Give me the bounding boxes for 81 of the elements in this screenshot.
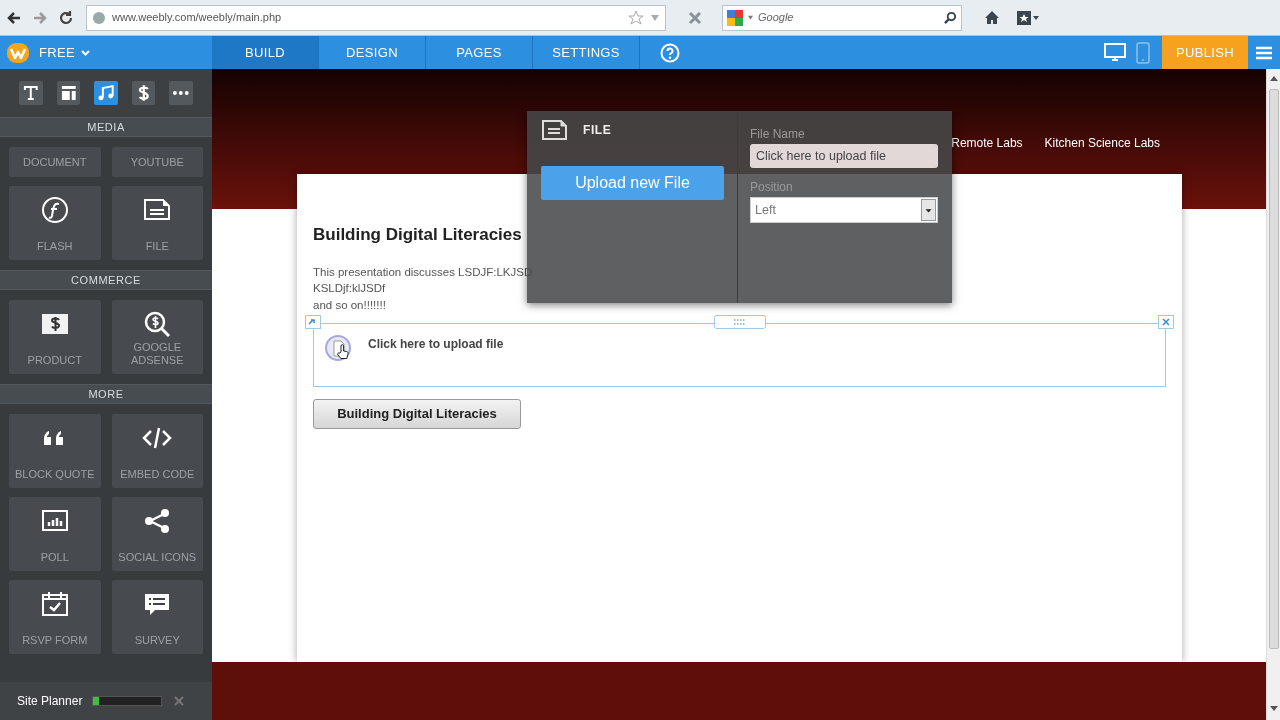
upload-button[interactable]: Upload new File bbox=[541, 166, 724, 200]
position-select[interactable]: Left bbox=[750, 197, 938, 223]
bookmarks-icon[interactable] bbox=[1016, 9, 1040, 26]
tile-label: DOCUMENT bbox=[21, 155, 88, 169]
scroll-up-icon[interactable] bbox=[1269, 75, 1278, 81]
file-label[interactable]: Click here to upload file bbox=[368, 335, 504, 353]
tile-label: PRODUCT bbox=[26, 354, 83, 367]
back-icon[interactable] bbox=[6, 9, 22, 26]
arrow-handle-icon[interactable] bbox=[305, 315, 321, 329]
url-text: www.weebly.com/weebly/main.php bbox=[112, 10, 283, 26]
element-tile[interactable]: POLL bbox=[9, 497, 101, 571]
element-tile[interactable]: SURVEY bbox=[111, 580, 203, 654]
text-tool-icon[interactable] bbox=[19, 81, 43, 105]
reload-icon[interactable] bbox=[58, 9, 74, 26]
element-tile[interactable]: GOOGLE ADSENSE bbox=[111, 300, 203, 374]
panel-title: FILE bbox=[583, 122, 612, 139]
element-tile[interactable]: FLASH bbox=[9, 186, 101, 260]
logo-icon[interactable] bbox=[7, 42, 29, 63]
publish-button[interactable]: PUBLISH bbox=[1162, 36, 1248, 69]
desktop-icon[interactable] bbox=[1104, 42, 1126, 63]
page-title: Building Digital Literacies bbox=[313, 224, 522, 246]
search-icon[interactable] bbox=[944, 11, 957, 24]
calendar-check-icon bbox=[39, 589, 70, 619]
element-tile[interactable]: BLOCK QUOTE bbox=[9, 414, 101, 488]
tile-label: RSVP FORM bbox=[21, 634, 89, 647]
field-label: Position bbox=[750, 180, 793, 194]
search-input[interactable]: Google bbox=[758, 9, 940, 26]
dropdown-icon[interactable] bbox=[921, 199, 936, 221]
tile-label: SOCIAL ICONS bbox=[117, 551, 198, 564]
element-tile[interactable]: DOCUMENT bbox=[9, 147, 101, 177]
site-planner-label: Site Planner bbox=[17, 693, 83, 710]
field-label: File Name bbox=[750, 127, 805, 141]
dollar-icon[interactable] bbox=[131, 81, 156, 105]
document-button[interactable]: Building Digital Literacies bbox=[313, 399, 521, 429]
element-tile[interactable]: FILE bbox=[111, 186, 203, 260]
home-icon[interactable] bbox=[984, 10, 1000, 25]
nav-tab[interactable]: BUILD bbox=[212, 36, 319, 69]
more-icon[interactable] bbox=[169, 81, 193, 105]
progress-bar bbox=[92, 696, 163, 706]
tile-label: BLOCK QUOTE bbox=[14, 468, 96, 481]
scroll-thumb[interactable] bbox=[1268, 89, 1279, 649]
element-tile[interactable]: EMBED CODE bbox=[111, 414, 203, 488]
tile-label: FLASH bbox=[36, 240, 74, 253]
tile-label: FILE bbox=[144, 240, 170, 253]
file-icon[interactable] bbox=[324, 334, 354, 362]
tile-label: EMBED CODE bbox=[119, 468, 196, 481]
drag-handle-icon[interactable] bbox=[714, 315, 766, 329]
chevron-down-icon bbox=[81, 49, 90, 56]
star-icon[interactable] bbox=[628, 9, 644, 26]
tile-label: SURVEY bbox=[133, 634, 181, 647]
file-name-field[interactable]: Click here to upload file bbox=[750, 144, 938, 168]
close-icon[interactable] bbox=[1158, 315, 1174, 329]
element-tile[interactable]: PRODUCT bbox=[9, 300, 101, 374]
search-dollar-icon bbox=[142, 309, 173, 339]
help-icon[interactable] bbox=[660, 42, 680, 63]
google-icon bbox=[727, 9, 743, 26]
search-field[interactable]: Google bbox=[722, 4, 962, 31]
tile-label: GOOGLE ADSENSE bbox=[129, 341, 185, 367]
music-note-icon[interactable] bbox=[94, 81, 118, 105]
element-tile[interactable]: RSVP FORM bbox=[9, 580, 101, 654]
site-nav-link[interactable]: Kitchen Science Labs bbox=[1044, 134, 1160, 152]
flash-icon bbox=[39, 195, 70, 225]
tile-label: YOUTUBE bbox=[129, 155, 185, 169]
dropdown-icon[interactable] bbox=[747, 15, 754, 20]
section-header: MORE bbox=[0, 384, 212, 404]
scrollbar[interactable] bbox=[1266, 69, 1280, 720]
element-tile[interactable]: SOCIAL ICONS bbox=[111, 497, 203, 571]
address-bar[interactable]: www.weebly.com/weebly/main.php bbox=[86, 4, 666, 31]
scroll-down-icon[interactable] bbox=[1269, 706, 1278, 712]
section-header: MEDIA bbox=[0, 117, 212, 137]
menu-icon[interactable] bbox=[1256, 45, 1272, 60]
close-icon[interactable] bbox=[174, 696, 185, 706]
plan-dropdown[interactable]: FREE bbox=[39, 42, 90, 63]
tile-label: POLL bbox=[39, 551, 70, 564]
forward-icon[interactable] bbox=[32, 9, 48, 26]
stop-icon[interactable] bbox=[688, 10, 702, 25]
site-nav-link[interactable]: Remote Labs bbox=[951, 134, 1023, 152]
element-tile[interactable]: YOUTUBE bbox=[111, 147, 203, 177]
document-icon bbox=[541, 119, 569, 141]
layout-tool-icon[interactable] bbox=[56, 81, 81, 105]
section-header: COMMERCE bbox=[0, 270, 212, 290]
